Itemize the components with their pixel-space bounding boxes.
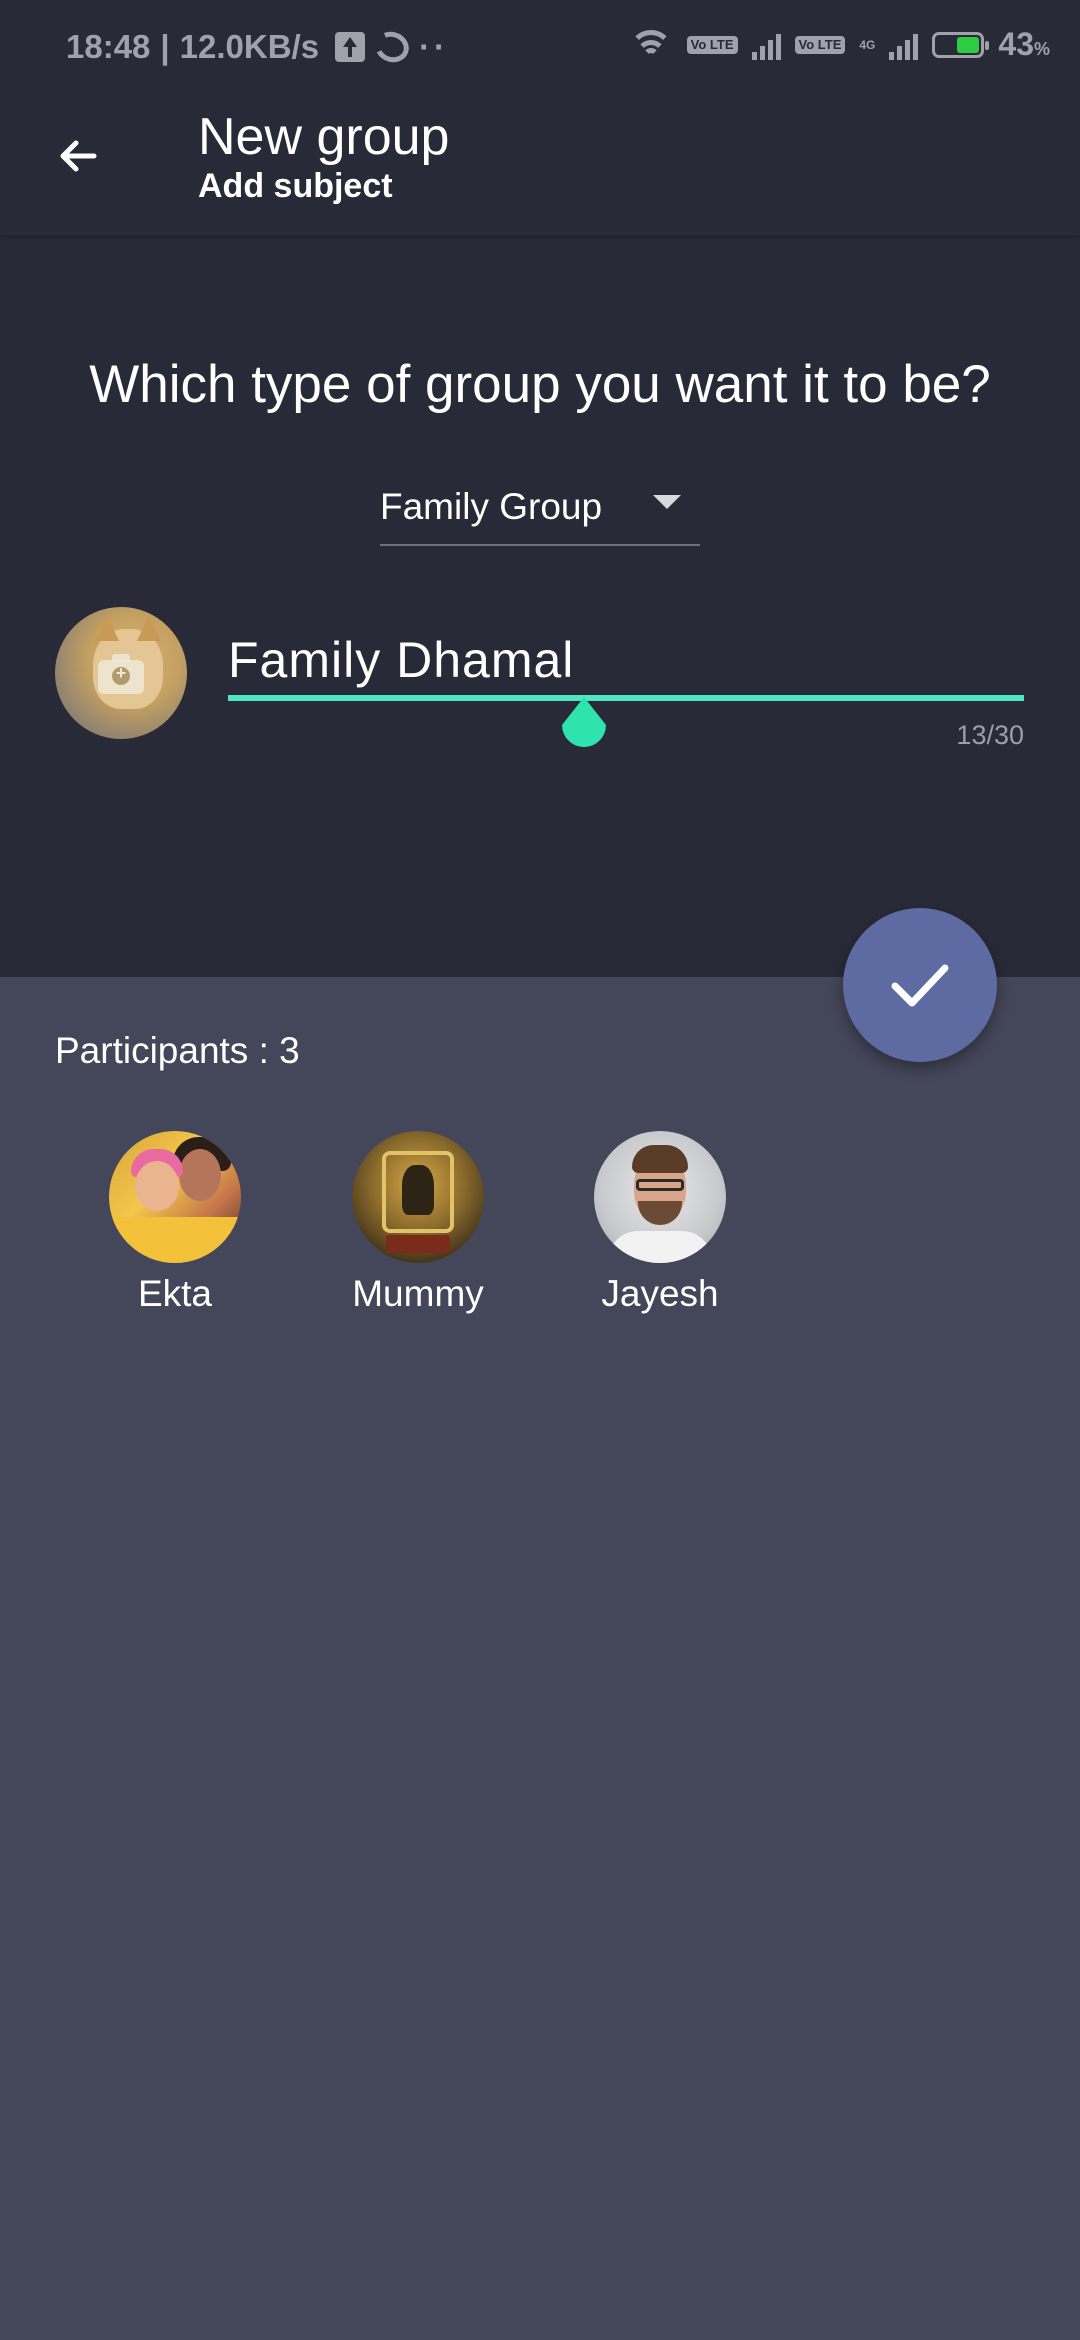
wifi-icon — [628, 29, 673, 60]
checkmark-icon — [891, 964, 949, 1007]
battery-percent: 43% — [998, 26, 1050, 62]
status-separator: | — [160, 28, 170, 65]
app-bar: 18:48 | 12.0KB/s ·· Vo LTE Vo LTE 4G 43% — [0, 0, 1080, 236]
status-bar: 18:48 | 12.0KB/s ·· Vo LTE Vo LTE 4G 43% — [0, 0, 1080, 100]
title-block: New group Add subject — [198, 108, 449, 206]
participant-jayesh[interactable]: Jayesh — [560, 1131, 760, 1315]
group-photo-detail — [137, 615, 161, 641]
group-subject-input[interactable] — [228, 630, 1024, 690]
upload-icon — [335, 32, 366, 62]
character-counter: 13/30 — [956, 720, 1024, 750]
dropdown-arrow-icon — [653, 495, 681, 509]
avatar — [352, 1131, 484, 1263]
status-right: Vo LTE Vo LTE 4G 43% — [628, 26, 1050, 63]
arrow-left-icon — [60, 140, 97, 172]
more-notifications-icon: ·· — [419, 28, 450, 65]
group-photo-detail — [95, 615, 119, 641]
participant-mummy[interactable]: Mummy — [318, 1131, 518, 1315]
group-type-dropdown[interactable]: Family Group — [380, 470, 700, 546]
avatar — [594, 1131, 726, 1263]
participants-count: Participants : 3 — [55, 1030, 300, 1071]
volte-icon-2: Vo LTE — [794, 35, 846, 54]
page-title: New group — [198, 108, 450, 166]
battery-icon — [932, 31, 990, 58]
input-underline — [228, 695, 1024, 701]
volte-icon: Vo LTE — [686, 35, 738, 54]
group-type-question: Which type of group you want it to be? — [89, 355, 991, 414]
signal-icon-2 — [889, 30, 919, 60]
confirm-button[interactable] — [843, 908, 997, 1062]
camera-lens — [112, 663, 130, 685]
status-time: 18:48 — [66, 28, 151, 65]
status-left: 18:48 | 12.0KB/s ·· — [66, 27, 450, 67]
signal-icon — [751, 30, 781, 60]
participant-ekta[interactable]: Ekta — [75, 1131, 275, 1315]
group-type-selected: Family Group — [380, 486, 603, 527]
carrier-icon — [370, 27, 414, 67]
network-type-badge: 4G — [859, 37, 876, 52]
participant-name: Mummy — [352, 1273, 484, 1314]
avatar — [109, 1131, 241, 1263]
group-photo-picker[interactable] — [55, 607, 187, 739]
add-photo-icon — [98, 654, 144, 694]
participant-name: Ekta — [137, 1273, 213, 1314]
text-cursor-handle[interactable] — [554, 695, 614, 765]
network-speed: 12.0KB/s — [179, 28, 320, 65]
back-button[interactable] — [40, 118, 116, 194]
participant-name: Jayesh — [601, 1273, 719, 1314]
page-subtitle: Add subject — [198, 167, 393, 205]
